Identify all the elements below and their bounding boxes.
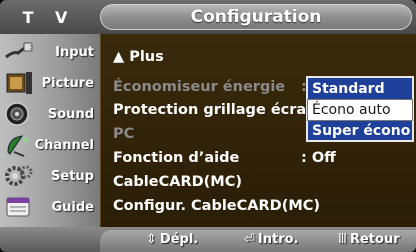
sidebar-item-setup[interactable]: Setup bbox=[0, 161, 100, 192]
sidebar-item-input[interactable]: Input bbox=[0, 37, 100, 68]
enter-icon: ⏎ bbox=[244, 232, 255, 247]
tv-menu-screen: T V Configuration Input Picture Sound Ch… bbox=[0, 0, 416, 252]
menu-item-screen-burn-protection[interactable]: Protection grillage écran bbox=[113, 99, 317, 121]
page-title: Configuration bbox=[100, 4, 412, 30]
input-plug-icon bbox=[4, 39, 34, 65]
configuration-panel: ▲ Plus Économiseur énergie : Protection … bbox=[100, 34, 416, 227]
picture-film-icon bbox=[4, 70, 34, 96]
footer-hint-bar: ⇕ Dépl. ⏎ Intro. Ⅲ Retour bbox=[0, 227, 416, 252]
channel-dish-icon bbox=[4, 132, 34, 158]
enter-hint-label: Intro. bbox=[257, 232, 299, 247]
dropdown-option-standard[interactable]: Standard bbox=[308, 79, 412, 99]
menu-item-energy-saver[interactable]: Économiseur énergie bbox=[113, 76, 285, 98]
enter-hint: ⏎ Intro. bbox=[244, 227, 299, 252]
move-hint: ⇕ Dépl. bbox=[146, 227, 198, 252]
menu-item-cablecard-setup[interactable]: Configur. CableCARD(MC) bbox=[113, 195, 320, 217]
menu-item-help-function[interactable]: Fonction d’aide bbox=[113, 147, 239, 169]
menu-item-pc[interactable]: PC bbox=[113, 123, 134, 145]
menu-item-cablecard[interactable]: CableCARD(MC) bbox=[113, 171, 242, 193]
sidebar-item-label: Channel bbox=[34, 138, 94, 153]
menu-item-plus[interactable]: ▲ Plus bbox=[113, 46, 164, 68]
sidebar-item-guide[interactable]: Guide bbox=[0, 192, 100, 223]
header-bar: T V Configuration bbox=[0, 0, 416, 34]
sidebar-menu: Input Picture Sound Channel Setup Guide bbox=[0, 34, 100, 227]
up-down-arrow-icon: ⇕ bbox=[146, 232, 157, 247]
energy-saver-dropdown: Standard Écono auto Super écono bbox=[306, 76, 414, 142]
return-hint: Ⅲ Retour bbox=[338, 227, 400, 252]
sidebar-item-label: Guide bbox=[51, 200, 94, 215]
guide-program-icon bbox=[4, 194, 34, 220]
sidebar-item-picture[interactable]: Picture bbox=[0, 68, 100, 99]
sidebar-item-label: Picture bbox=[41, 76, 94, 91]
return-hint-label: Retour bbox=[349, 232, 400, 247]
sidebar-item-channel[interactable]: Channel bbox=[0, 130, 100, 161]
sidebar-item-label: Setup bbox=[51, 169, 94, 184]
sidebar-item-label: Sound bbox=[47, 107, 94, 122]
dropdown-option-super-eco[interactable]: Super écono bbox=[308, 121, 412, 141]
tv-label: T V bbox=[22, 7, 76, 27]
setup-gears-icon bbox=[4, 163, 34, 189]
move-hint-label: Dépl. bbox=[159, 232, 199, 247]
return-icon: Ⅲ bbox=[338, 232, 347, 247]
help-function-value: : Off bbox=[301, 150, 336, 166]
sound-speaker-icon bbox=[4, 101, 34, 127]
dropdown-option-eco-auto[interactable]: Écono auto bbox=[307, 99, 413, 121]
sidebar-item-sound[interactable]: Sound bbox=[0, 99, 100, 130]
sidebar-item-label: Input bbox=[55, 45, 94, 60]
